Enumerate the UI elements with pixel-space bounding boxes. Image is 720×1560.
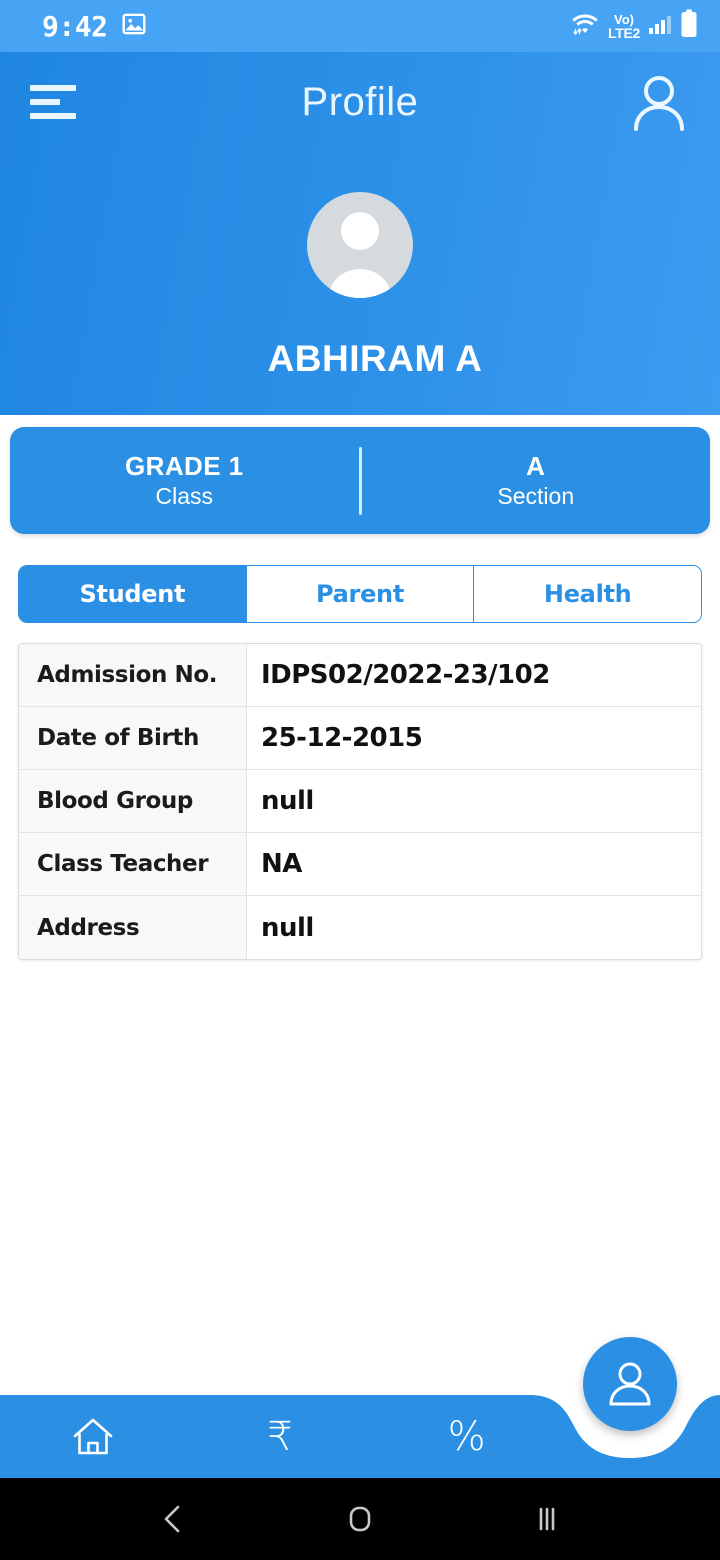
status-bar-right: Vo) LTE2 xyxy=(569,9,698,44)
class-section-card: GRADE 1 Class A Section xyxy=(10,427,710,534)
status-bar: 9:42 Vo) LTE2 xyxy=(0,0,720,52)
section-value: A xyxy=(526,450,546,481)
hamburger-line xyxy=(30,85,76,91)
row-value: NA xyxy=(247,833,701,895)
row-label: Blood Group xyxy=(19,770,247,832)
table-row: Class Teacher NA xyxy=(19,833,701,896)
profile-tabs: Student Parent Health xyxy=(18,565,702,623)
avatar-placeholder-icon xyxy=(329,212,391,298)
home-icon xyxy=(74,1418,113,1454)
bottom-navigation: ₹ % xyxy=(0,1337,720,1478)
percent-icon: % xyxy=(447,1413,486,1460)
table-row: Admission No. IDPS02/2022-23/102 xyxy=(19,644,701,707)
hamburger-line xyxy=(30,99,60,105)
nav-fees[interactable]: ₹ xyxy=(187,1417,374,1457)
avatar xyxy=(307,192,413,298)
section-column: A Section xyxy=(362,450,711,511)
row-label: Admission No. xyxy=(19,644,247,706)
home-square-icon xyxy=(349,1506,371,1532)
student-details-table: Admission No. IDPS02/2022-23/102 Date of… xyxy=(18,643,702,960)
profile-fab-button[interactable] xyxy=(583,1337,677,1431)
status-bar-clock: 9:42 xyxy=(42,9,108,43)
rupee-icon: ₹ xyxy=(267,1413,293,1460)
section-label: Section xyxy=(497,483,575,510)
image-icon xyxy=(121,11,147,42)
class-label: Class xyxy=(155,483,213,510)
row-value: null xyxy=(247,770,701,832)
table-row: Blood Group null xyxy=(19,770,701,833)
header-profile-icon[interactable] xyxy=(628,71,690,133)
android-back-button[interactable] xyxy=(138,1484,208,1554)
volte-icon: Vo) LTE2 xyxy=(608,11,640,41)
wifi-icon xyxy=(569,10,601,43)
nav-attendance[interactable]: % xyxy=(373,1417,560,1457)
nav-home[interactable] xyxy=(0,1414,187,1460)
table-row: Address null xyxy=(19,896,701,959)
row-value: IDPS02/2022-23/102 xyxy=(247,644,701,706)
status-bar-left: 9:42 xyxy=(42,10,147,43)
battery-icon xyxy=(680,9,698,44)
student-name: ABHIRAM A xyxy=(267,338,483,379)
back-icon xyxy=(165,1505,180,1533)
table-row: Date of Birth 25-12-2015 xyxy=(19,707,701,770)
app-header: Profile ABHIRAM A xyxy=(0,52,720,415)
page-title: Profile xyxy=(301,79,419,124)
hamburger-icon[interactable] xyxy=(30,85,76,119)
android-navigation-bar xyxy=(0,1478,720,1560)
class-column: GRADE 1 Class xyxy=(10,450,359,511)
header-bar: Profile xyxy=(0,52,720,152)
row-value: null xyxy=(247,896,701,959)
row-label: Date of Birth xyxy=(19,707,247,769)
phone-screen: 9:42 Vo) LTE2 Profile ABHIRAM A GRADE 1 … xyxy=(0,0,720,1560)
hamburger-line xyxy=(30,113,76,119)
signal-icon xyxy=(647,11,673,42)
tab-student[interactable]: Student xyxy=(19,566,247,622)
bottom-nav-items: ₹ % xyxy=(0,1395,560,1478)
person-icon xyxy=(609,1362,651,1406)
class-value: GRADE 1 xyxy=(125,450,244,481)
row-label: Address xyxy=(19,896,247,959)
row-label: Class Teacher xyxy=(19,833,247,895)
tab-health[interactable]: Health xyxy=(474,566,701,622)
recents-icon xyxy=(539,1507,554,1531)
android-home-button[interactable] xyxy=(325,1484,395,1554)
tab-parent[interactable]: Parent xyxy=(246,566,475,622)
profile-avatar-block: ABHIRAM A xyxy=(0,192,720,380)
android-recents-button[interactable] xyxy=(512,1484,582,1554)
row-value: 25-12-2015 xyxy=(247,707,701,769)
